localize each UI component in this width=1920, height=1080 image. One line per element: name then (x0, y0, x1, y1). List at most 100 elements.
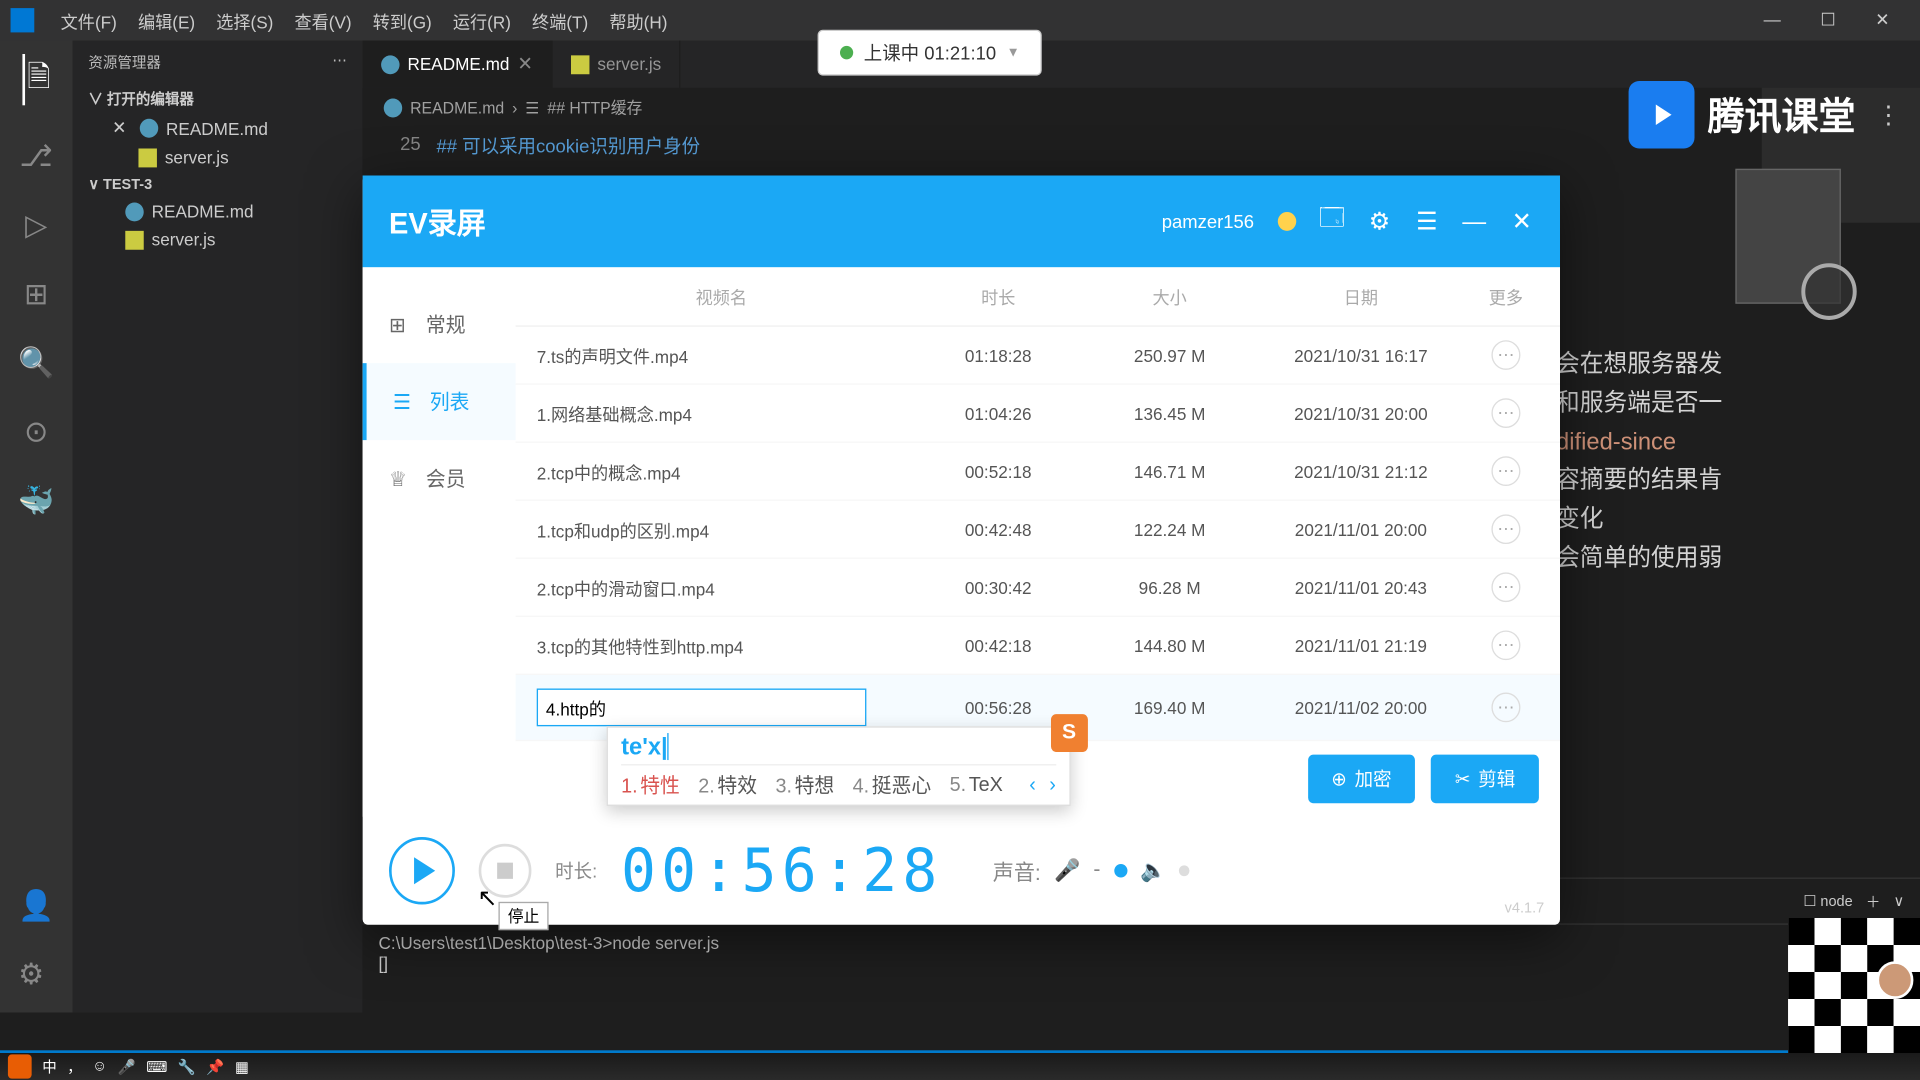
settings-icon[interactable]: ⚙ (18, 957, 54, 992)
sogou-badge-icon: S (1051, 714, 1088, 752)
sidenav-normal[interactable]: ⊞ 常规 (363, 286, 516, 363)
spk-level-dot (1179, 865, 1190, 876)
menu-goto[interactable]: 转到(G) (362, 7, 442, 33)
menu-run[interactable]: 运行(R) (442, 7, 521, 33)
account-icon[interactable]: 👤 (18, 888, 54, 923)
speaker-icon[interactable]: 🔈 (1140, 857, 1166, 884)
shield-icon: ⊕ (1331, 767, 1346, 790)
row-more-button[interactable]: ⋯ (1491, 398, 1520, 428)
mouse-cursor-icon: ↖ (477, 884, 497, 912)
ime-candidate[interactable]: 4.挺恶心 (853, 771, 932, 799)
open-editor-serverjs[interactable]: server.js (73, 143, 363, 171)
terminal-output[interactable]: C:\Users\test1\Desktop\test-3>node serve… (363, 925, 1920, 982)
js-icon (138, 148, 156, 167)
ime-tool-icon[interactable]: 🔧 (178, 1058, 196, 1076)
remote-icon[interactable]: ⊙ (24, 414, 48, 449)
extensions-icon[interactable]: ⊞ (24, 277, 48, 312)
table-row[interactable]: 2.tcp中的滑动窗口.mp4 00:30:42 96.28 M 2021/11… (516, 559, 1560, 617)
more-icon[interactable]: ⋯ (332, 51, 347, 73)
ime-candidate[interactable]: 1.特性 (621, 771, 680, 799)
tab-serverjs[interactable]: server.js (553, 41, 681, 88)
search-icon[interactable]: 🔍 (18, 346, 54, 381)
row-more-button[interactable]: ⋯ (1491, 340, 1520, 370)
sound-controls: 声音: 🎤 - 🔈 (993, 855, 1190, 887)
open-editor-readme[interactable]: ✕README.md (73, 113, 363, 143)
window-minimize-icon[interactable]: — (1764, 9, 1781, 31)
ime-input-text: te'x| (621, 733, 1056, 765)
project-section[interactable]: ∨ TEST-3 (73, 171, 363, 197)
ime-lang[interactable]: 中 (42, 1056, 57, 1078)
ime-candidate[interactable]: 5.TeX (950, 774, 1003, 797)
more-icon[interactable]: ⋮ (1876, 101, 1900, 129)
menu-file[interactable]: 文件(F) (50, 7, 127, 33)
close-icon[interactable]: ✕ (1510, 209, 1534, 233)
microphone-icon[interactable]: 🎤 (1054, 857, 1080, 884)
encrypt-button[interactable]: ⊕加密 (1308, 755, 1416, 804)
ev-username[interactable]: pamzer156 (1162, 211, 1254, 233)
scm-icon[interactable]: ⎇ (20, 139, 53, 174)
play-button[interactable] (389, 837, 455, 905)
menu-select[interactable]: 选择(S) (206, 7, 284, 33)
menu-edit[interactable]: 编辑(E) (127, 7, 205, 33)
vip-badge-icon (1278, 212, 1296, 231)
ime-grid-icon[interactable]: ▦ (235, 1058, 249, 1076)
markdown-icon (384, 98, 402, 117)
version-label: v4.1.7 (1505, 900, 1545, 916)
row-more-button[interactable]: ⋯ (1491, 456, 1520, 486)
ime-candidate[interactable]: 3.特想 (775, 771, 834, 799)
table-row[interactable]: 2.tcp中的概念.mp4 00:52:18 146.71 M 2021/10/… (516, 443, 1560, 501)
ime-emoji-icon[interactable]: ☺ (92, 1058, 107, 1074)
close-icon[interactable]: ✕ (112, 117, 126, 139)
class-status-pill[interactable]: 上课中 01:21:10 ▼ (818, 30, 1043, 76)
close-icon[interactable]: ✕ (517, 53, 532, 76)
joystick-control[interactable] (1801, 263, 1856, 320)
table-row[interactable]: 1.tcp和udp的区别.mp4 00:42:48 122.24 M 2021/… (516, 501, 1560, 559)
chevron-down-icon[interactable]: ∨ (1894, 892, 1905, 910)
table-row[interactable]: 3.tcp的其他特性到http.mp4 00:42:18 144.80 M 20… (516, 617, 1560, 675)
col-name: 视频名 (537, 284, 906, 310)
sidenav-member[interactable]: ♕ 会员 (363, 440, 516, 517)
tencent-classroom-logo: 腾讯课堂 ⋮ (1629, 81, 1901, 149)
row-more-button[interactable]: ⋯ (1491, 693, 1520, 723)
window-icon[interactable]: 🗔 (1320, 209, 1344, 233)
ev-content: 视频名 时长 大小 日期 更多 7.ts的声明文件.mp4 01:18:28 2… (516, 267, 1560, 816)
sogou-icon[interactable] (8, 1054, 32, 1078)
minimize-icon[interactable]: — (1462, 209, 1486, 233)
add-terminal-icon[interactable]: ＋ (1866, 890, 1881, 912)
open-editors-section[interactable]: ∨ 打开的编辑器 (73, 84, 363, 114)
tab-readme[interactable]: README.md✕ (363, 41, 553, 88)
menu-terminal[interactable]: 终端(T) (521, 7, 598, 33)
row-more-button[interactable]: ⋯ (1491, 572, 1520, 602)
file-readme[interactable]: README.md (73, 197, 363, 225)
docker-icon[interactable]: 🐳 (18, 483, 54, 518)
explorer-icon[interactable]: 🗎 (22, 54, 51, 105)
gear-icon[interactable]: ⚙ (1367, 209, 1391, 233)
file-serverjs[interactable]: server.js (73, 225, 363, 253)
sidenav-list[interactable]: ☰ 列表 (363, 363, 516, 440)
rename-input[interactable] (537, 689, 867, 727)
ime-next-icon[interactable]: › (1049, 774, 1056, 797)
window-close-icon[interactable]: ✕ (1875, 9, 1889, 31)
terminal-shell[interactable]: ☐ node (1803, 892, 1852, 910)
row-more-button[interactable]: ⋯ (1491, 514, 1520, 544)
ime-candidate[interactable]: 2.特效 (698, 771, 757, 799)
ime-pin-icon[interactable]: 📌 (206, 1058, 224, 1076)
activity-bar: 🗎 ⎇ ▷ ⊞ 🔍 ⊙ 🐳 👤 ⚙ (0, 41, 73, 1013)
window-maximize-icon[interactable]: ☐ (1820, 9, 1835, 31)
ime-punct-icon[interactable]: ， (67, 1056, 82, 1078)
ime-prev-icon[interactable]: ‹ (1029, 774, 1036, 797)
ime-keyboard-icon[interactable]: ⌨ (146, 1058, 167, 1076)
row-more-button[interactable]: ⋯ (1491, 630, 1520, 660)
menu-view[interactable]: 查看(V) (284, 7, 362, 33)
duration-label: 时长: (555, 857, 597, 884)
stop-tooltip: 停止 (498, 902, 548, 930)
cut-button[interactable]: ✂剪辑 (1431, 755, 1539, 804)
table-row[interactable]: 1.网络基础概念.mp4 01:04:26 136.45 M 2021/10/3… (516, 385, 1560, 443)
menu-help[interactable]: 帮助(H) (599, 7, 678, 33)
ev-titlebar: EV录屏 pamzer156 🗔 ⚙ ☰ — ✕ (363, 176, 1560, 268)
ev-title: EV录屏 (389, 200, 486, 243)
debug-icon[interactable]: ▷ (25, 208, 47, 243)
ime-mic-icon[interactable]: 🎤 (118, 1058, 136, 1076)
menu-icon[interactable]: ☰ (1415, 209, 1439, 233)
table-row[interactable]: 7.ts的声明文件.mp4 01:18:28 250.97 M 2021/10/… (516, 327, 1560, 385)
